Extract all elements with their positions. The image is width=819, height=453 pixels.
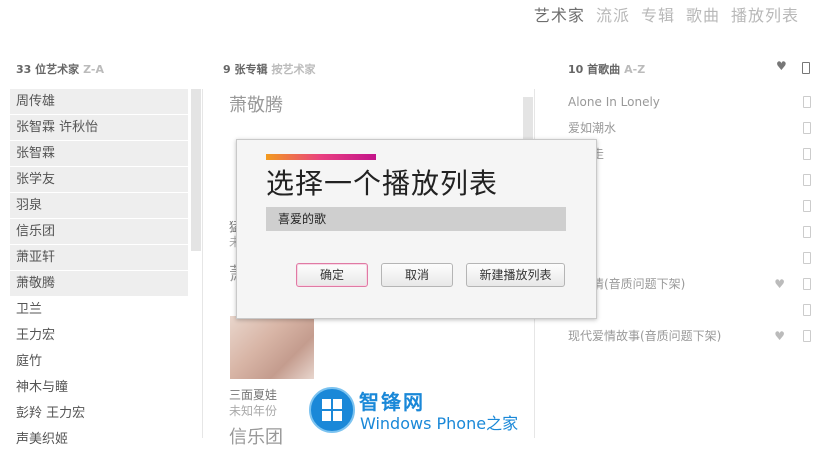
- phone-icon: [803, 96, 811, 108]
- song-title: Alone In Lonely: [568, 95, 660, 109]
- list-item[interactable]: Alone In Lonely: [568, 89, 813, 115]
- phone-icon: [803, 330, 811, 342]
- artists-header: 33 位艺术家 Z-A: [16, 61, 104, 77]
- list-item[interactable]: 爱情: [568, 245, 813, 271]
- dialog-title: 选择一个播放列表: [266, 167, 499, 200]
- phone-icon: [803, 278, 811, 290]
- songs-count: 10 首歌曲: [568, 63, 621, 76]
- album-cover[interactable]: [230, 316, 314, 379]
- heart-icon: ♥: [774, 329, 785, 343]
- list-item[interactable]: 现代爱情故事(音质问题下架) ♥: [568, 323, 813, 349]
- playlist-dialog: 选择一个播放列表 喜爱的歌 确定 取消 新建播放列表: [236, 139, 597, 319]
- artist-list: 周传雄 张智霖 许秋怡 张智霖 张学友 羽泉 信乐团 萧亚轩 萧敬腾 卫兰 王力…: [10, 89, 190, 453]
- albums-sort[interactable]: 按艺术家: [271, 63, 315, 76]
- list-item[interactable]: 三千: [568, 297, 813, 323]
- list-item[interactable]: 张智霖: [10, 141, 188, 167]
- list-item[interactable]: 彭羚 王力宏: [10, 401, 188, 427]
- list-item[interactable]: 告别走: [568, 141, 813, 167]
- phone-icon[interactable]: [802, 62, 810, 74]
- phone-icon: [803, 122, 811, 134]
- list-item[interactable]: 张学友: [10, 167, 188, 193]
- windows-logo-icon: [309, 387, 355, 433]
- list-item[interactable]: 王力宏: [10, 323, 188, 349]
- heart-icon: ♥: [774, 277, 785, 291]
- list-item[interactable]: 萧亚轩: [10, 245, 188, 271]
- artist-scrollbar[interactable]: [191, 89, 201, 251]
- nav-songs[interactable]: 歌曲: [686, 2, 720, 26]
- list-item[interactable]: 神木与瞳: [10, 375, 188, 401]
- heart-icon[interactable]: ♥: [776, 59, 787, 73]
- list-item[interactable]: 卫兰: [10, 297, 188, 323]
- album-name[interactable]: 三面夏娃: [229, 386, 277, 403]
- list-item[interactable]: 张智霖 许秋怡: [10, 115, 188, 141]
- phone-icon: [803, 304, 811, 316]
- list-item[interactable]: 萧敬腾: [10, 271, 188, 297]
- new-playlist-button[interactable]: 新建播放列表: [466, 263, 565, 287]
- list-item[interactable]: 多: [568, 193, 813, 219]
- list-item[interactable]: 枫叶情(音质问题下架) ♥: [568, 271, 813, 297]
- list-item[interactable]: 爱如潮水: [568, 115, 813, 141]
- nav-albums[interactable]: 专辑: [641, 2, 675, 26]
- list-item[interactable]: 声美织姬: [10, 427, 188, 453]
- list-item[interactable]: 羽泉: [10, 193, 188, 219]
- songs-header: 10 首歌曲 A-Z: [568, 61, 645, 77]
- songs-sort[interactable]: A-Z: [624, 63, 645, 76]
- phone-icon: [803, 174, 811, 186]
- playlist-select[interactable]: 喜爱的歌: [266, 207, 566, 231]
- album-group-title: 萧敬腾: [229, 95, 283, 116]
- list-item[interactable]: 信乐团: [10, 219, 188, 245]
- artists-sort[interactable]: Z-A: [83, 63, 104, 76]
- nav-playlists[interactable]: 播放列表: [731, 2, 799, 26]
- phone-icon: [803, 226, 811, 238]
- albums-header: 9 张专辑 按艺术家: [223, 61, 315, 77]
- top-nav: 艺术家 流派 专辑 歌曲 播放列表: [523, 2, 799, 26]
- ok-button[interactable]: 确定: [296, 263, 368, 287]
- list-item[interactable]: 庭竹: [10, 349, 188, 375]
- song-title: 爱如潮水: [568, 121, 617, 135]
- album-year: 未知年份: [229, 404, 278, 418]
- phone-icon: [803, 148, 811, 160]
- phone-icon: [803, 252, 811, 264]
- albums-count: 9 张专辑: [223, 63, 268, 76]
- watermark-subtitle: Windows Phone之家: [360, 414, 519, 433]
- list-item[interactable]: [568, 167, 813, 193]
- list-item[interactable]: 周传雄: [10, 89, 188, 115]
- album-group-title: 信乐团: [229, 427, 283, 448]
- cancel-button[interactable]: 取消: [381, 263, 453, 287]
- nav-genres[interactable]: 流派: [596, 2, 630, 26]
- song-list: Alone In Lonely 爱如潮水 告别走 多 爱情 枫叶情(音质问题下架…: [568, 89, 813, 349]
- list-item[interactable]: [568, 219, 813, 245]
- accent-bar: [266, 154, 376, 160]
- song-title: 现代爱情故事(音质问题下架): [568, 329, 722, 343]
- divider: [202, 89, 203, 438]
- nav-artists[interactable]: 艺术家: [534, 2, 585, 26]
- phone-icon: [803, 200, 811, 212]
- artists-count: 33 位艺术家: [16, 63, 80, 76]
